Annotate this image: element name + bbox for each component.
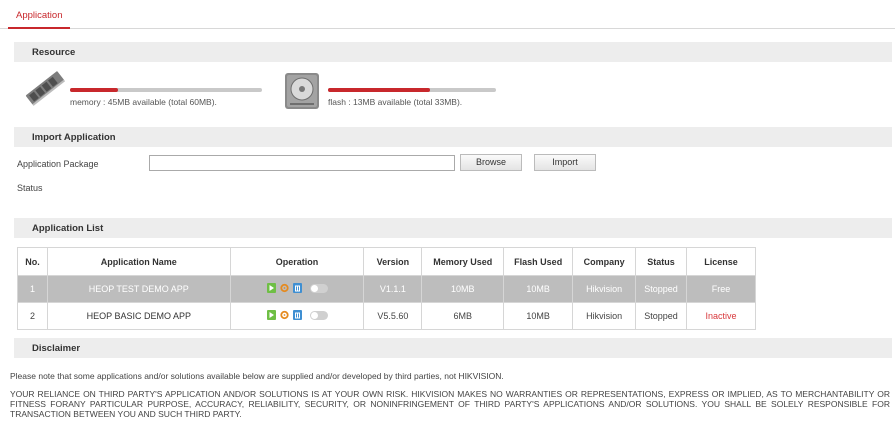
import-button[interactable]: Import (534, 154, 596, 171)
col-license: License (686, 247, 756, 276)
start-icon[interactable] (266, 310, 276, 320)
disclaimer-header-label: Disclaimer (32, 343, 81, 354)
cell-status: Stopped (635, 302, 688, 330)
resource-section-header: Resource (14, 42, 892, 62)
cell-operation (229, 302, 365, 330)
hard-disk-icon (285, 73, 319, 109)
cell-company: Hikvision (572, 275, 637, 303)
cell-version: V5.5.60 (363, 302, 423, 330)
cell-company: Hikvision (572, 302, 637, 330)
table-row[interactable]: 1 HEOP TEST DEMO APP V1.1.1 10MB 10MB Hi… (17, 275, 756, 303)
memory-usage-fill (70, 88, 118, 92)
app-list-header-label: Application List (32, 223, 104, 234)
tab-bar: Application (0, 0, 895, 29)
enable-toggle[interactable] (309, 283, 328, 293)
application-package-label: Application Package (17, 159, 99, 169)
cell-status: Stopped (635, 275, 688, 303)
cell-memory-used: 6MB (421, 302, 505, 330)
settings-icon[interactable] (279, 283, 289, 293)
start-icon[interactable] (266, 283, 276, 293)
col-version: Version (363, 247, 423, 276)
status-label: Status (17, 183, 43, 193)
memory-usage-text: memory : 45MB available (total 60MB). (70, 97, 217, 107)
flash-usage-fill (328, 88, 431, 92)
app-table: No. Application Name Operation Version M… (17, 247, 756, 330)
memory-stick-icon (25, 71, 66, 106)
col-company: Company (572, 247, 637, 276)
cell-flash-used: 10MB (503, 275, 574, 303)
flash-usage-text: flash : 13MB available (total 33MB). (328, 97, 463, 107)
app-list-section-header: Application List (14, 218, 892, 238)
delete-icon[interactable] (292, 283, 302, 293)
table-row[interactable]: 2 HEOP BASIC DEMO APP V5.5.60 6MB 10MB H… (17, 302, 756, 330)
enable-toggle[interactable] (309, 310, 328, 320)
table-header-row: No. Application Name Operation Version M… (17, 247, 756, 276)
cell-no: 2 (17, 302, 48, 330)
browse-button[interactable]: Browse (460, 154, 522, 171)
resource-header-label: Resource (32, 47, 76, 58)
cell-app-name: HEOP TEST DEMO APP (46, 275, 231, 303)
cell-operation (229, 275, 365, 303)
cell-app-name: HEOP BASIC DEMO APP (46, 302, 231, 330)
settings-icon[interactable] (279, 310, 289, 320)
col-memory-used: Memory Used (421, 247, 505, 276)
memory-usage-bar (70, 88, 262, 92)
cell-memory-used: 10MB (421, 275, 505, 303)
import-header-label: Import Application (32, 132, 116, 143)
cell-version: V1.1.1 (363, 275, 423, 303)
flash-usage-bar (328, 88, 496, 92)
tab-application[interactable]: Application (8, 6, 71, 29)
import-section-header: Import Application (14, 127, 892, 147)
disclaimer-note: Please note that some applications and/o… (10, 371, 504, 381)
cell-no: 1 (17, 275, 48, 303)
col-no: No. (17, 247, 48, 276)
col-flash-used: Flash Used (503, 247, 574, 276)
delete-icon[interactable] (292, 310, 302, 320)
col-app-name: Application Name (46, 247, 231, 276)
col-operation: Operation (229, 247, 365, 276)
disclaimer-section-header: Disclaimer (14, 338, 892, 358)
cell-license: Free (686, 275, 756, 303)
cell-license: Inactive (686, 302, 756, 330)
col-status: Status (635, 247, 688, 276)
application-package-input[interactable] (149, 155, 455, 171)
cell-flash-used: 10MB (503, 302, 574, 330)
disclaimer-paragraph: YOUR RELIANCE ON THIRD PARTY'S APPLICATI… (10, 389, 890, 419)
